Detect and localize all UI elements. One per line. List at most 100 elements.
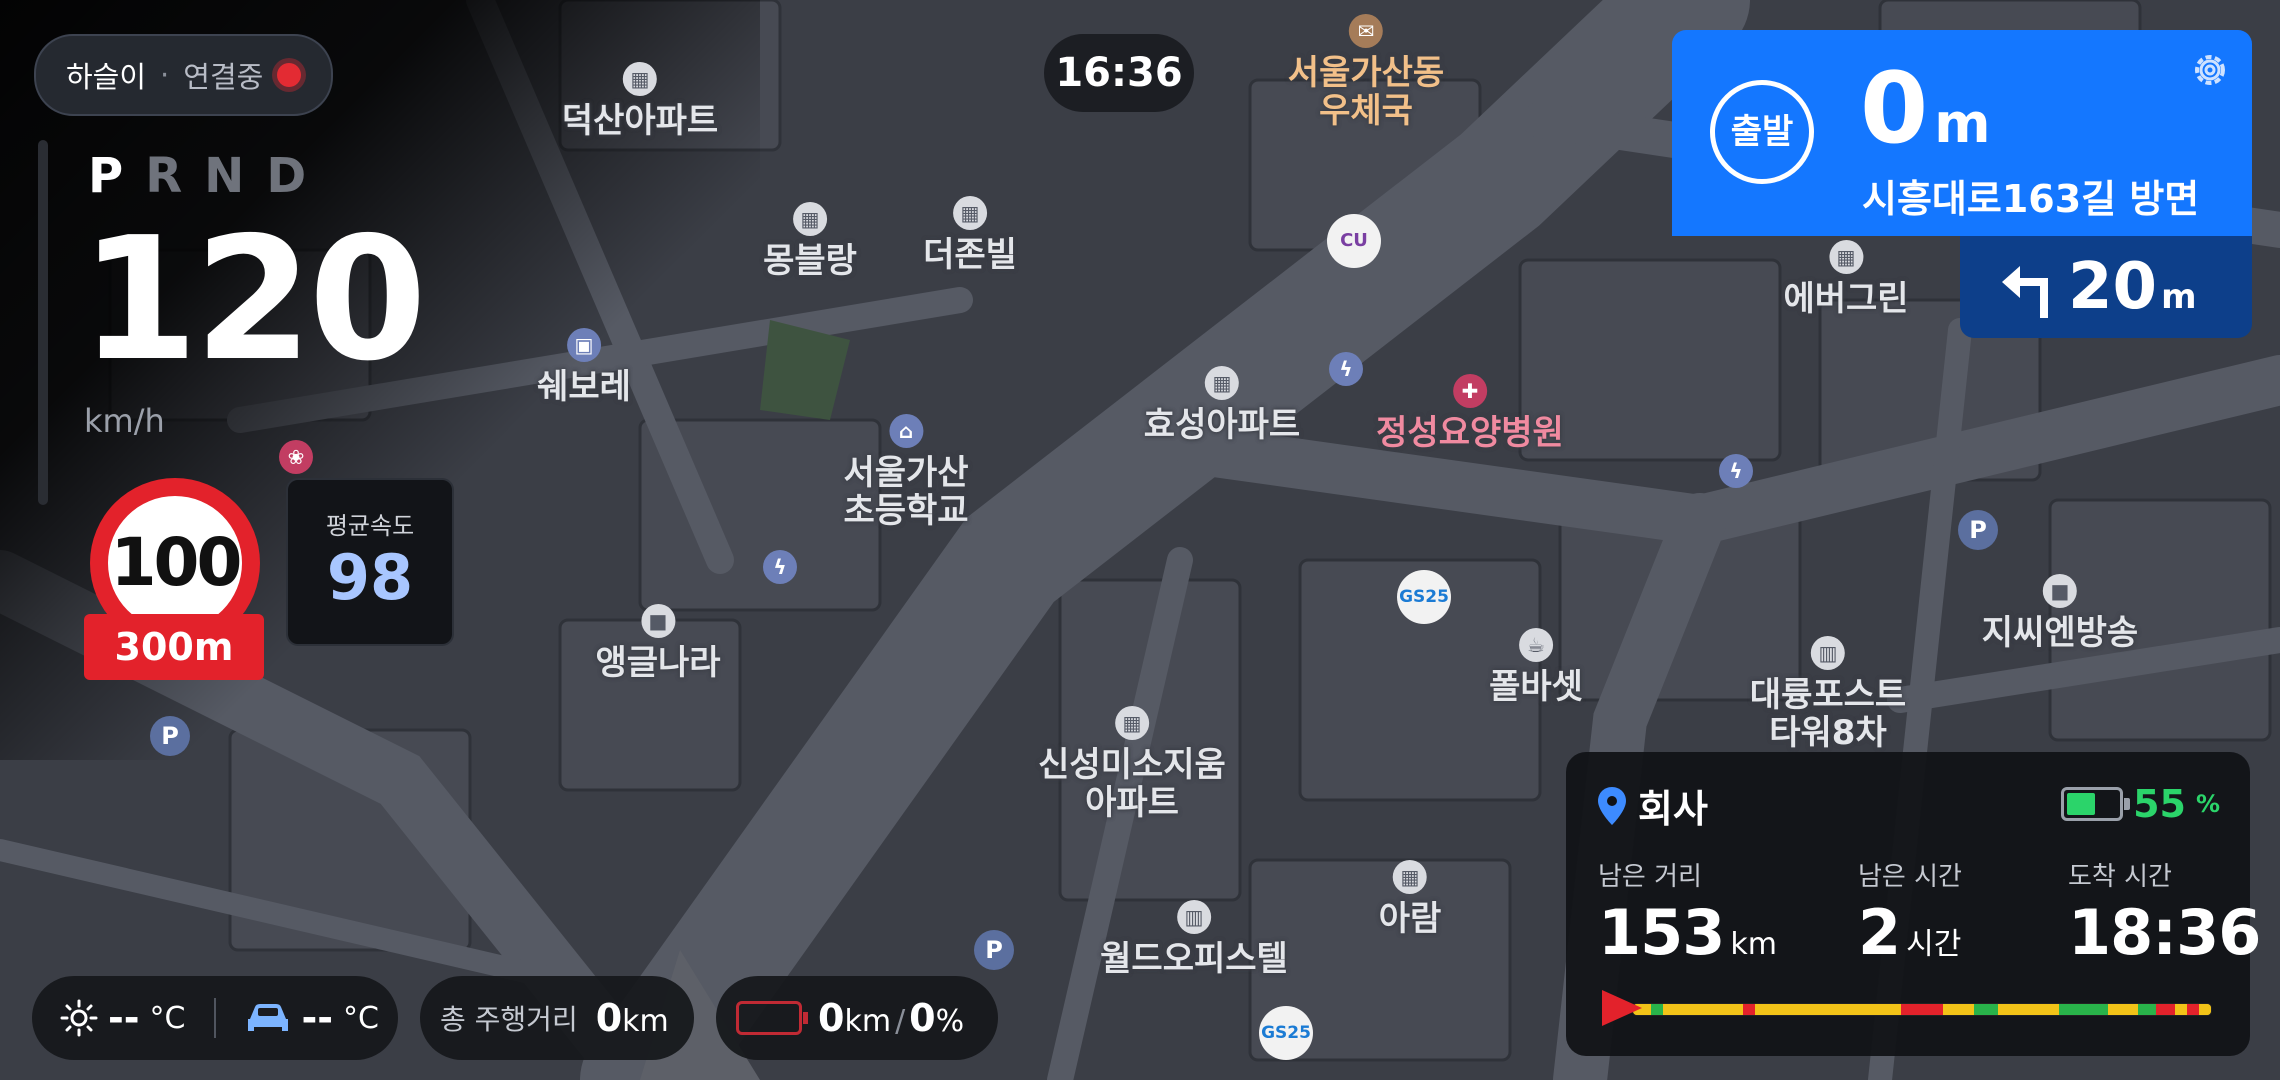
gear-p: P [88,148,146,204]
traffic-segment [1943,1004,1974,1015]
parking-icon[interactable]: P [1958,510,1998,550]
current-speed: 120 [80,201,427,399]
turn-guidance-panel[interactable]: 출발 0m 시흥대로163길 방면 [1672,30,2252,236]
map-poi[interactable]: ■ 앵글나라 [595,604,721,683]
ev-percent-value: 0 [909,996,936,1040]
pet-icon: ❀ [279,440,313,474]
traffic-bar [1632,1003,2212,1016]
ev-slash: / [895,1004,906,1039]
ev-charger-icon: ϟ [763,550,797,584]
location-pin-icon [1598,786,1626,825]
next-turn-distance: 20 m [2068,250,2197,324]
odometer-label: 총 주행거리 [440,1003,578,1036]
temperature-pill[interactable]: -- °C -- °C [32,976,398,1060]
map-poi-label: 쉐보레 [537,367,631,407]
map-poi[interactable]: ▥ 대륭포스트 타워8차 [1750,636,1906,752]
map-poi[interactable]: ❀ [279,440,313,480]
building-icon: ▦ [1393,860,1427,894]
map-poi[interactable]: ▦ 덕산아파트 [562,62,718,140]
map-poi[interactable]: CU [1327,214,1381,274]
trip-summary-card[interactable]: 회사 55% 남은 거리 153 km 남은 시간 2 시간 도착 시간 18:36 [1566,752,2261,1056]
ev-range-unit: km [844,1004,892,1039]
map-poi-label: 앵글나라 [595,643,721,683]
building-icon: ▦ [1829,240,1863,274]
map-poi[interactable]: GS25 [1397,570,1451,630]
traffic-segment [1900,1004,1944,1015]
map-poi[interactable]: ✉ 서울가산동 우체국 [1288,14,1444,130]
gear-d: D [266,148,329,204]
map-poi-label: 월드오피스텔 [1100,939,1288,979]
map-poi-label: 몽블랑 [763,241,857,281]
building-icon: ▦ [1205,366,1239,400]
map-poi[interactable]: ▦ 효성아파트 [1144,366,1300,444]
car-dealer-icon: ▣ [567,328,601,362]
odometer-pill[interactable]: 총 주행거리 0km [420,976,694,1060]
map-poi[interactable]: ϟ [1719,454,1753,494]
building-icon: ▦ [953,196,987,230]
gs25-store-icon: GS25 [1259,1006,1313,1060]
settings-gear-icon[interactable] [2188,48,2232,92]
connection-status-text: 연결중 [183,60,264,94]
clock: 16:36 [1044,34,1194,112]
turn-distance-value: 0 [1860,52,1929,166]
turn-distance-unit: m [1934,92,1991,155]
parking-icon[interactable]: P [974,930,1014,970]
battery-percent: 55 [2133,782,2186,826]
average-speed-box: 평균속도 98 [286,478,454,646]
destination: 회사 [1598,778,1708,833]
school-icon: ⌂ [889,414,923,448]
remaining-time-unit: 시간 [1906,927,1962,962]
ev-percent-unit: % [935,1004,965,1039]
map-poi[interactable]: ☕ 폴바셋 [1489,628,1583,706]
map-poi[interactable]: ✚ 정성요양병원 [1376,374,1564,452]
map-poi-label: 대륭포스트 타워8차 [1749,675,1907,753]
current-position-flag-icon [1602,990,1642,1026]
outside-temp-value: -- [108,996,140,1040]
map-poi[interactable]: ▦ 신성미소지움 아파트 [1038,706,1226,822]
map-poi-label: 아람 [1378,899,1442,939]
connection-status-pill[interactable]: 하슬이 · 연결중 [34,34,334,116]
map-poi[interactable]: GS25 [1259,1006,1313,1066]
hospital-icon: ✚ [1453,374,1487,408]
traffic-segment [1998,1004,2059,1015]
temp-divider [213,998,216,1038]
remaining-time-value: 2 [1858,896,1901,969]
building-icon: ▦ [623,62,657,96]
traffic-segment [1754,1004,1901,1015]
map-poi[interactable]: ϟ [763,550,797,590]
ev-charger-icon: ϟ [1329,352,1363,386]
map-poi-label: 더존빌 [923,235,1017,275]
turn-left-arrow-icon [2002,266,2048,318]
map-poi[interactable]: ϟ [1329,352,1363,392]
map-poi[interactable]: ■ 지씨엔방송 [1982,574,2138,652]
map-poi[interactable]: ▣ 쉐보레 [537,328,631,406]
map-poi[interactable]: ▦ 몽블랑 [763,202,857,280]
recording-dot-icon [277,63,302,87]
traffic-segment [1742,1004,1755,1015]
ev-range-pill[interactable]: 0km/0% [716,976,998,1060]
arrival-time-label: 도착 시간 [2068,862,2172,892]
odometer-unit: km [622,1004,669,1039]
parking-icon[interactable]: P [150,716,190,756]
remaining-distance-unit: km [1730,927,1778,962]
arrival-time: 도착 시간 18:36 [2068,856,2261,973]
turn-road-name: 시흥대로163길 방면 [1862,177,2200,221]
remaining-time: 남은 시간 2 시간 [1858,856,1962,985]
next-turn-distance-value: 20 [2068,250,2158,324]
map-poi[interactable]: ▦ 아람 [1378,860,1442,939]
odometer-value: 0 [595,996,623,1040]
average-speed-value: 98 [326,541,414,614]
sun-icon [60,999,98,1037]
map-poi[interactable]: ▦ 에버그린 [1783,240,1909,318]
traffic-segment [1973,1004,1999,1015]
post-office-icon: ✉ [1349,14,1383,48]
ev-range-value: 0 [818,996,845,1040]
remaining-distance-value: 153 [1598,896,1725,969]
map-poi[interactable]: ▥ 월드오피스텔 [1100,900,1288,978]
traffic-segment [2174,1004,2187,1015]
traffic-segment [1651,1004,1664,1015]
speed-unit: km/h [84,402,165,440]
building-icon: ▦ [793,202,827,236]
map-poi[interactable]: ⌂ 서울가산 초등학교 [843,414,969,530]
map-poi[interactable]: ▦ 더존빌 [923,196,1017,274]
